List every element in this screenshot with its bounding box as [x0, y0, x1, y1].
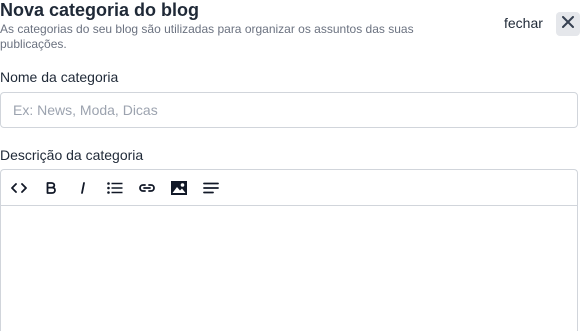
link-icon [139, 183, 155, 193]
modal-title: Nova categoria do blog [0, 0, 200, 20]
category-name-input[interactable] [0, 92, 578, 128]
italic-button[interactable] [67, 172, 99, 204]
bullet-list-button[interactable] [99, 172, 131, 204]
bold-button[interactable] [35, 172, 67, 204]
bold-icon [46, 181, 56, 194]
image-button[interactable] [163, 172, 195, 204]
editor-toolbar [1, 170, 577, 206]
image-icon [171, 180, 187, 195]
modal-subtitle: As categorias do seu blog são utilizadas… [0, 22, 414, 51]
link-button[interactable] [131, 172, 163, 204]
close-button[interactable] [556, 12, 580, 36]
close-text-button[interactable]: fechar [504, 15, 543, 31]
category-description-label: Descrição da categoria [0, 147, 144, 163]
align-left-button[interactable] [195, 172, 227, 204]
editor-content-area[interactable] [1, 206, 577, 326]
bullet-list-icon [107, 181, 123, 194]
italic-icon [79, 181, 87, 194]
close-icon [562, 15, 574, 33]
rich-text-editor [0, 169, 578, 331]
code-icon [11, 182, 27, 194]
code-button[interactable] [3, 172, 35, 204]
align-left-icon [203, 182, 219, 194]
category-name-label: Nome da categoria [0, 69, 119, 85]
